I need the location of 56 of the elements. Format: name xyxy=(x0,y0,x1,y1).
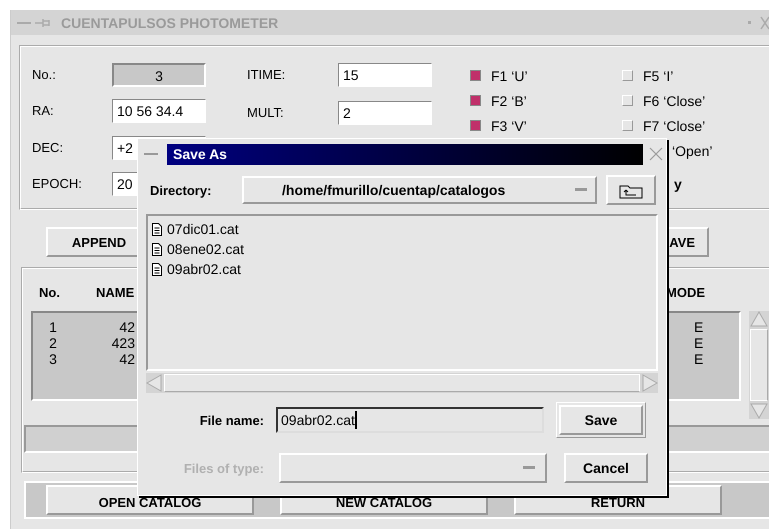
checkbox-label: F2 ‘B’ xyxy=(491,92,527,108)
field-label: EPOCH: xyxy=(32,174,83,191)
window-title: CUENTAPULSOS PHOTOMETER xyxy=(61,14,278,30)
table-cell-text: 2 xyxy=(48,335,58,351)
field-label: MULT: xyxy=(247,104,285,120)
table-cell: E xyxy=(694,319,704,335)
pin-icon xyxy=(35,18,51,28)
table-cell: E xyxy=(694,335,704,351)
scroll-right-arrow-icon xyxy=(642,374,658,392)
field-label: No.: xyxy=(32,66,57,82)
dropdown-icon xyxy=(575,188,587,192)
document-icon xyxy=(152,222,162,236)
up-folder-button[interactable] xyxy=(606,175,656,205)
checkbox-label: F5 ‘I’ xyxy=(643,68,674,84)
directory-dropdown[interactable]: /home/fmurillo/cuentap/catalogos xyxy=(242,176,597,204)
vertical-scrollbar[interactable] xyxy=(749,311,769,419)
document-icon xyxy=(152,262,162,276)
input-field[interactable]: 2 xyxy=(338,101,432,125)
checkbox[interactable] xyxy=(470,120,481,131)
horizontal-scrollbar[interactable] xyxy=(146,373,658,393)
field-label: DEC: xyxy=(32,138,64,154)
column-header: NAME xyxy=(96,284,136,300)
table-cell-text: 1 xyxy=(48,319,58,335)
checkbox-label: F7 ‘Close’ xyxy=(643,118,706,134)
file-item[interactable]: 09abr02.cat xyxy=(152,259,241,279)
dropdown-icon xyxy=(523,466,535,470)
button[interactable]: Cancel xyxy=(564,453,648,483)
input-field[interactable]: 09abr02.cat xyxy=(276,407,544,433)
checkbox-label: F1 ‘U’ xyxy=(491,68,528,84)
document-icon xyxy=(152,242,162,256)
checkbox-label: ‘Open’ xyxy=(672,142,712,158)
table-cell-text: 42 xyxy=(118,319,135,335)
scroll-left-arrow-icon xyxy=(146,374,162,392)
checkbox[interactable] xyxy=(470,70,481,81)
field-label: Directory: xyxy=(150,182,212,198)
field-label: RA: xyxy=(32,102,55,118)
checkbox-label: F3 ‘V’ xyxy=(491,118,527,134)
checkbox[interactable] xyxy=(470,95,481,106)
input-field[interactable]: 15 xyxy=(338,63,432,87)
field-label: ITIME: xyxy=(247,66,286,82)
close-icon xyxy=(649,147,663,161)
file-item[interactable]: 07dic01.cat xyxy=(152,219,239,239)
table-cell-text: 3 xyxy=(48,351,58,367)
readonly-field: 3 xyxy=(112,63,206,87)
field-label: File name: xyxy=(198,412,265,428)
dialog-title: Save As xyxy=(167,144,643,164)
column-header: No. xyxy=(39,284,61,300)
button[interactable]: Save xyxy=(559,405,643,435)
label: y xyxy=(674,176,682,192)
table-cell: E xyxy=(694,351,704,367)
file-item[interactable]: 08ene02.cat xyxy=(152,239,244,259)
table-cell-text: 42 xyxy=(118,351,135,367)
table-cell-text: 423 xyxy=(110,335,135,351)
checkbox-label: F6 ‘Close’ xyxy=(643,92,706,108)
input-field[interactable]: 10 56 34.4 xyxy=(112,99,206,124)
close-icon xyxy=(760,16,769,30)
